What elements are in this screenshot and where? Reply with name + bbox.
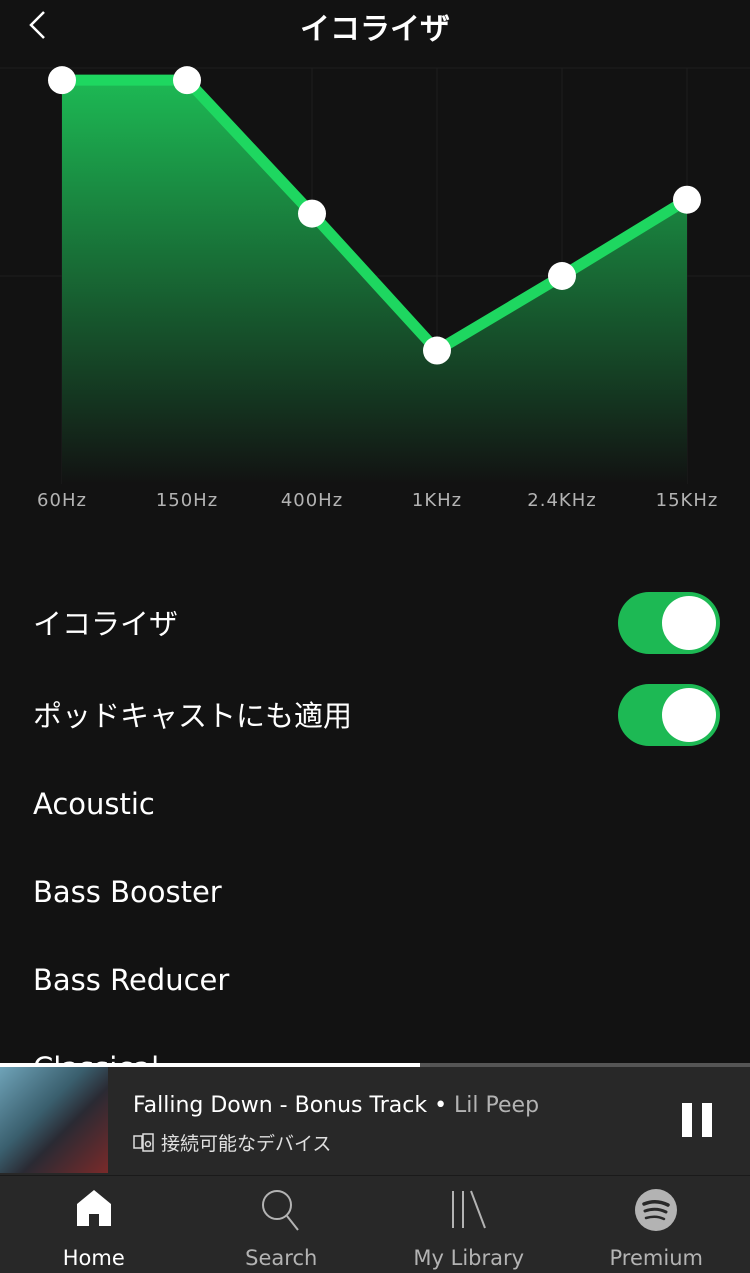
eq-band-handle-2.4KHz[interactable]	[548, 262, 576, 290]
freq-label: 1KHz	[411, 490, 463, 511]
eq-band-handle-150Hz[interactable]	[173, 66, 201, 95]
album-art	[0, 1067, 108, 1173]
page-title: イコライザ	[300, 12, 450, 47]
toggle-knob	[662, 596, 716, 650]
preset-label: Acoustic	[33, 787, 155, 821]
toggle-knob	[662, 688, 716, 742]
eq-band-handle-400Hz[interactable]	[298, 199, 326, 228]
search-icon	[262, 1190, 300, 1231]
freq-label: 400Hz	[280, 490, 344, 511]
pause-button[interactable]	[682, 1103, 712, 1137]
freq-label: 15KHz	[655, 490, 719, 511]
preset-item[interactable]: Acoustic	[33, 774, 720, 834]
eq-band-handle-15KHz[interactable]	[673, 185, 701, 214]
separator: •	[427, 1093, 455, 1118]
track-info: Falling Down - Bonus Track • Lil Peep	[133, 1093, 539, 1118]
freq-label: 2.4KHz	[527, 490, 597, 511]
preset-label: Bass Reducer	[33, 963, 230, 997]
podcast-setting: ポッドキャストにも適用	[33, 684, 720, 744]
playback-progress	[0, 1063, 750, 1067]
tab-home[interactable]: Home	[0, 1176, 188, 1273]
tab-premium[interactable]: Premium	[563, 1176, 750, 1273]
preset-item[interactable]: Bass Booster	[33, 862, 720, 922]
freq-label: 150Hz	[155, 490, 219, 511]
equalizer-label: イコライザ	[33, 607, 179, 641]
tab-label: Premium	[609, 1246, 703, 1270]
eq-band-handle-60Hz[interactable]	[48, 66, 76, 95]
preset-item[interactable]: Bass Reducer	[33, 950, 720, 1010]
freq-label: 60Hz	[37, 490, 87, 511]
equalizer-chart[interactable]	[0, 50, 750, 490]
eq-band-handle-1KHz[interactable]	[423, 336, 451, 365]
tab-search[interactable]: Search	[188, 1176, 376, 1273]
library-icon	[451, 1190, 486, 1229]
home-icon	[76, 1190, 111, 1226]
equalizer-setting: イコライザ	[33, 592, 720, 652]
devices-icon	[133, 1132, 154, 1152]
now-playing-bar[interactable]: Falling Down - Bonus Track • Lil Peep 接続…	[0, 1063, 750, 1175]
tab-label: Search	[245, 1246, 318, 1270]
tab-library[interactable]: My Library	[375, 1176, 563, 1273]
equalizer-toggle[interactable]	[618, 592, 720, 654]
tab-label: My Library	[413, 1246, 525, 1270]
podcast-toggle[interactable]	[618, 684, 720, 746]
device-button[interactable]: 接続可能なデバイス	[133, 1129, 331, 1156]
device-label: 接続可能なデバイス	[161, 1133, 332, 1155]
artist-name: Lil Peep	[454, 1093, 540, 1118]
track-title: Falling Down - Bonus Track	[133, 1093, 428, 1118]
bottom-nav: Home Search My Library Premium	[0, 1175, 750, 1273]
header: イコライザ	[0, 0, 750, 50]
spotify-icon	[635, 1189, 678, 1231]
preset-label: Bass Booster	[33, 875, 222, 909]
tab-label: Home	[62, 1246, 125, 1270]
podcast-label: ポッドキャストにも適用	[33, 699, 353, 733]
